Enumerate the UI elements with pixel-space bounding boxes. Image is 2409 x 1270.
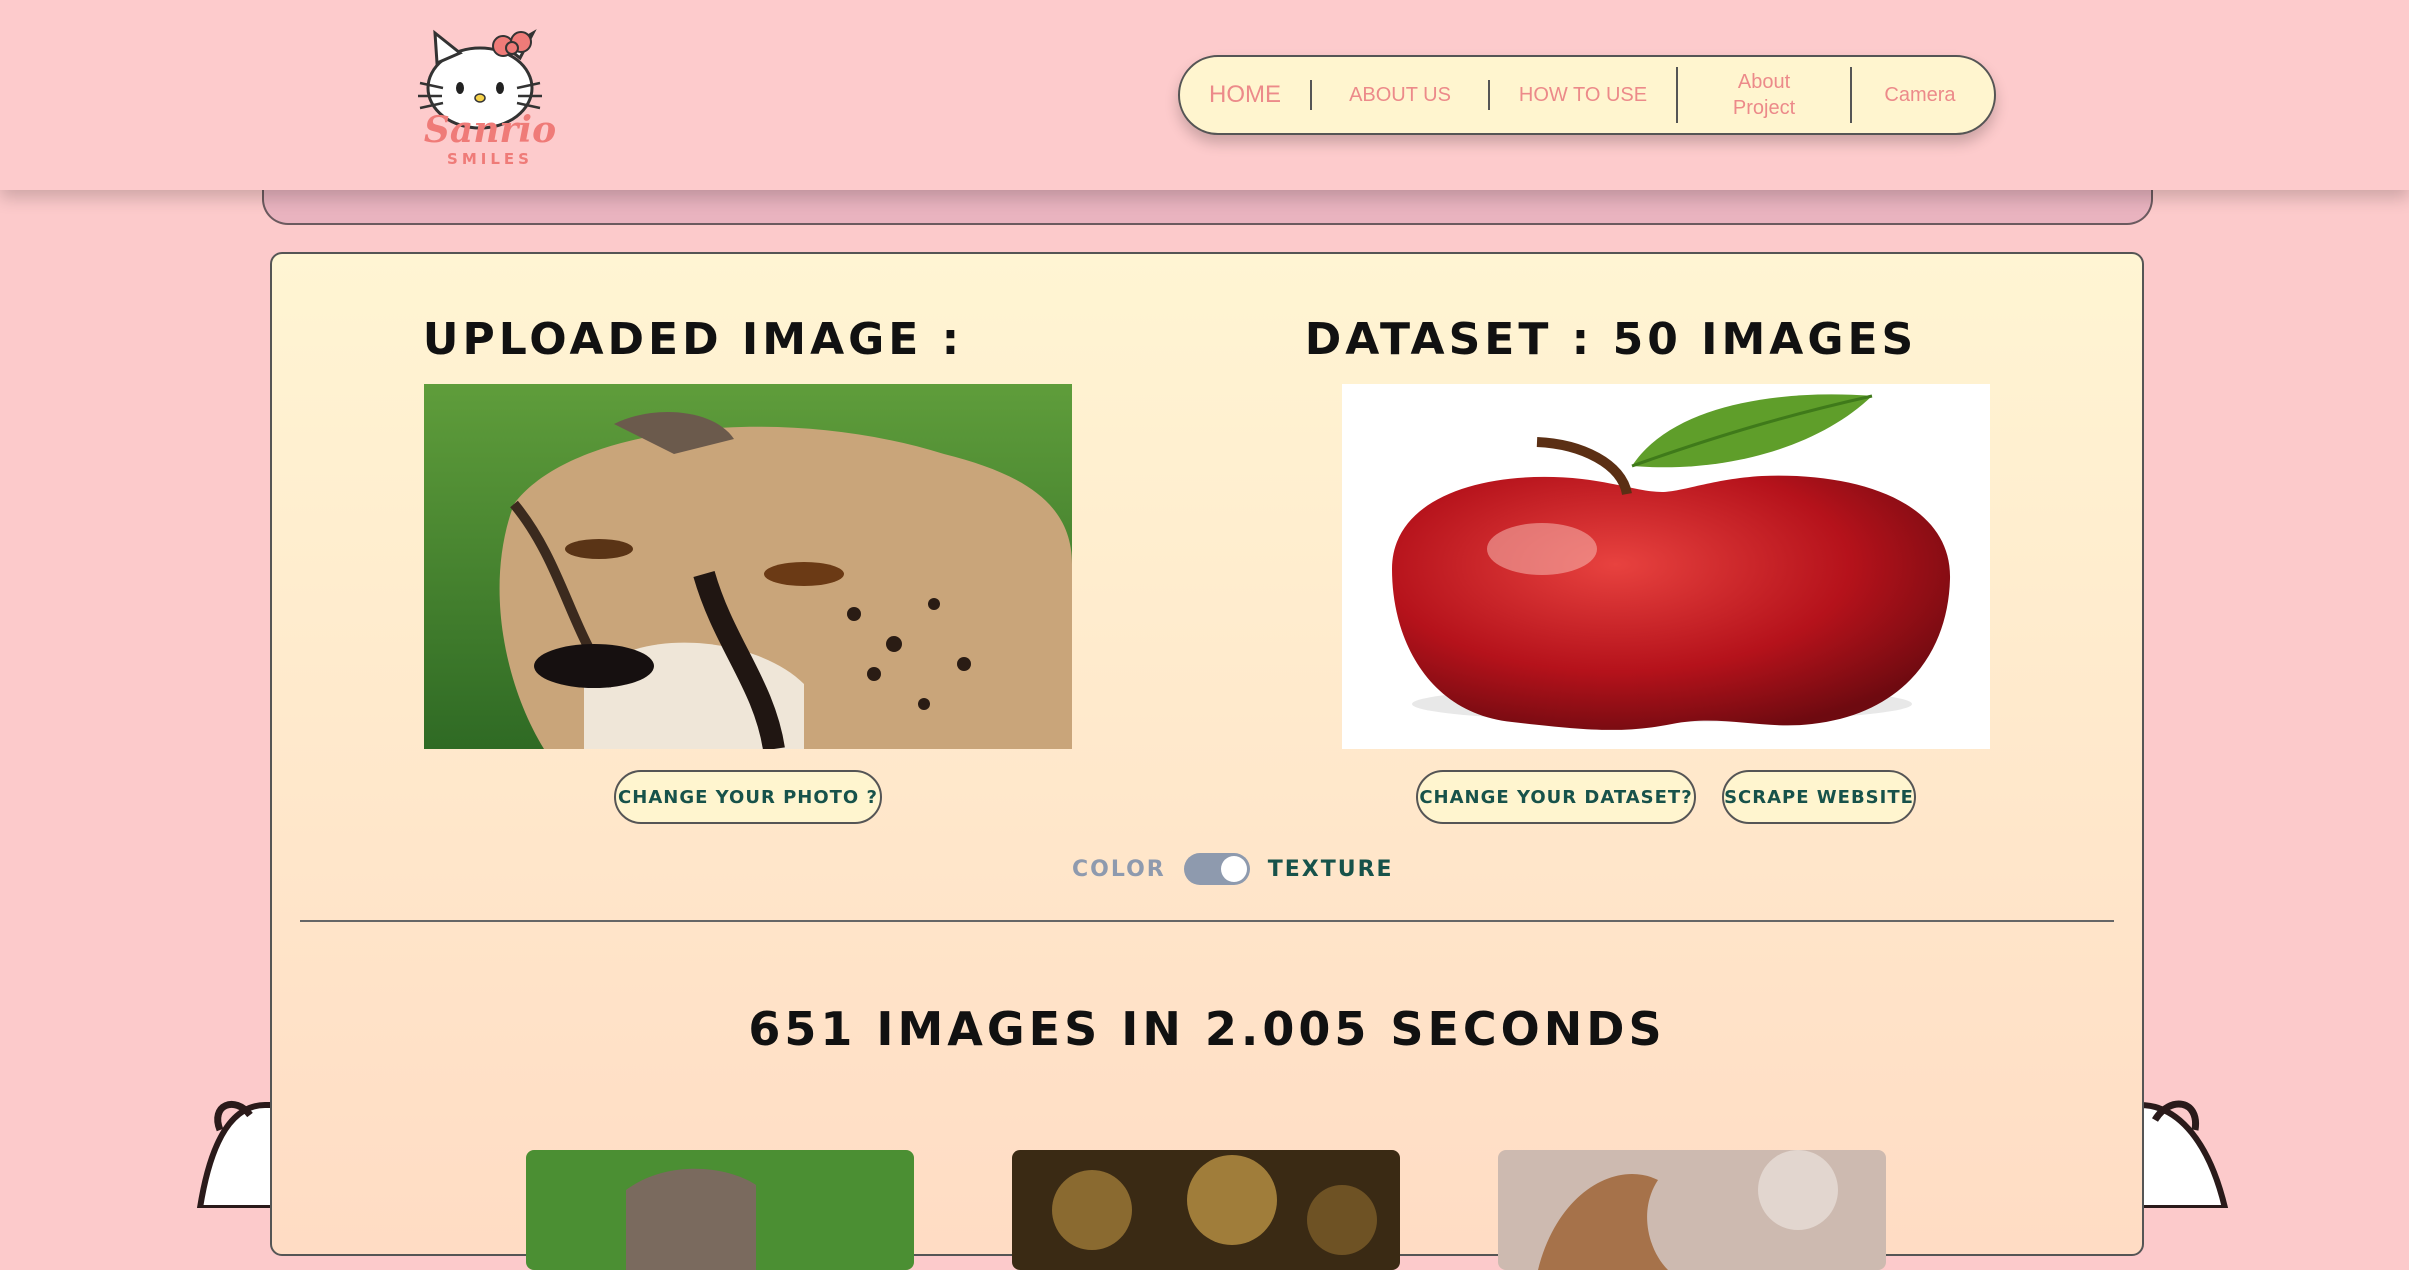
result-thumbnail[interactable] (1012, 1150, 1400, 1270)
change-dataset-button[interactable]: CHANGE YOUR DATASET? (1416, 770, 1696, 824)
change-photo-button[interactable]: CHANGE YOUR PHOTO ? (614, 770, 882, 824)
brand-subtitle: SMILES (447, 150, 533, 168)
dataset-title: DATASET : 50 IMAGES (1304, 314, 1918, 365)
dataset-image-preview (1342, 384, 1990, 749)
hello-kitty-decoration-right (2140, 1100, 2229, 1208)
search-mode-toggle: COLOR TEXTURE (1072, 852, 1394, 886)
main-card: UPLOADED IMAGE : DATASET : 50 IMAGES CHA… (270, 252, 2144, 1270)
switch-knob (1220, 856, 1247, 882)
brand-wordmark: Sanrio (423, 109, 557, 151)
toggle-label-color: COLOR (1072, 856, 1166, 882)
nav-about-project[interactable]: About Project (1678, 57, 1850, 133)
section-divider (300, 920, 2114, 922)
toggle-label-texture: TEXTURE (1267, 856, 1394, 882)
nav-home[interactable]: HOME (1180, 57, 1310, 133)
main-nav: HOME ABOUT US HOW TO USE About Project C… (1178, 55, 1996, 135)
nav-how-to-use[interactable]: HOW TO USE (1490, 57, 1676, 133)
result-thumbnail[interactable] (1498, 1150, 1886, 1270)
search-result-summary: 651 IMAGES IN 2.005 SECONDS (748, 1002, 1666, 1056)
uploaded-image-preview (424, 384, 1072, 749)
site-header: Sanrio SMILES HOME ABOUT US HOW TO USE A… (0, 0, 2409, 190)
result-thumbnail[interactable] (526, 1150, 914, 1270)
hello-kitty-decoration-left (196, 1100, 280, 1208)
uploaded-image-title: UPLOADED IMAGE : (422, 314, 964, 365)
nav-about-us[interactable]: ABOUT US (1312, 57, 1488, 133)
color-texture-switch[interactable] (1183, 853, 1250, 885)
scrape-website-button[interactable]: SCRAPE WEBSITE (1722, 770, 1916, 824)
nav-camera[interactable]: Camera (1852, 57, 1988, 133)
